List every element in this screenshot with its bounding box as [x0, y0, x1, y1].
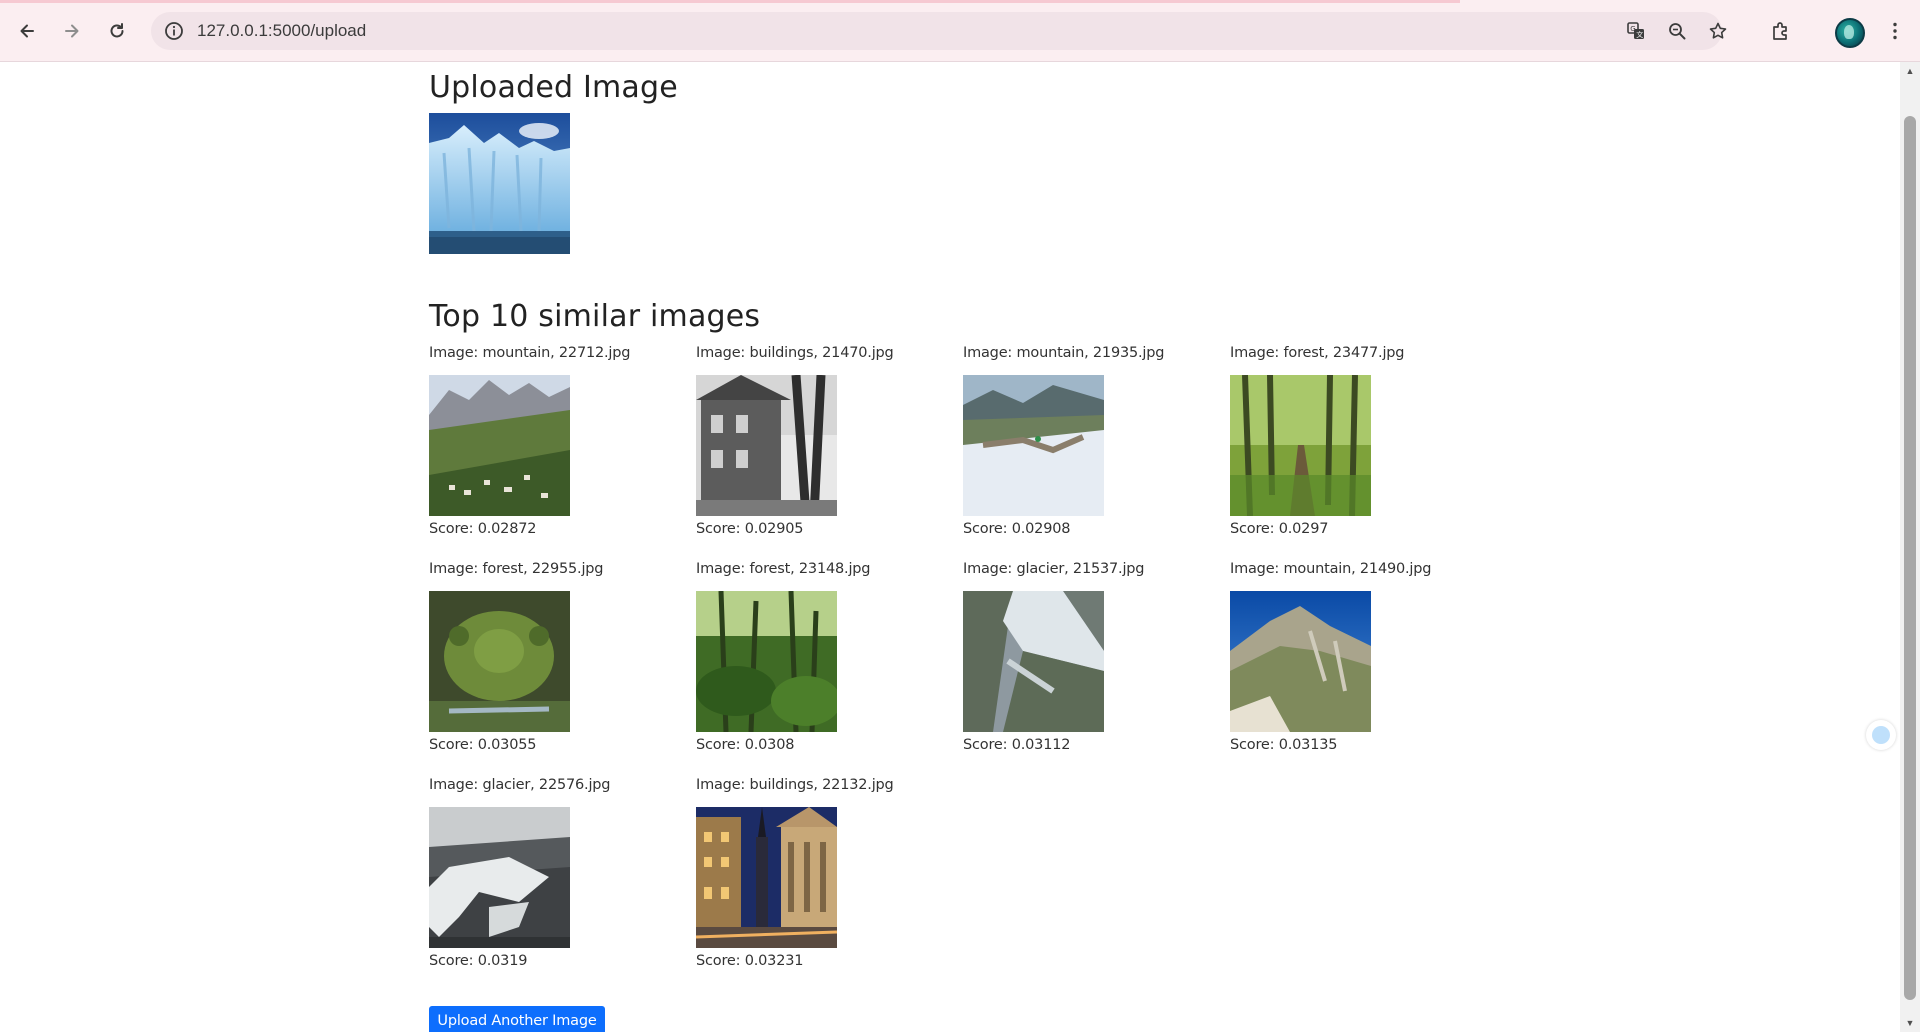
result-name: Image: forest, 23148.jpg: [696, 561, 871, 577]
uploaded-image: [429, 113, 570, 254]
chat-widget-icon[interactable]: [1866, 720, 1896, 750]
kebab-menu-icon[interactable]: [1880, 16, 1910, 46]
url-text[interactable]: 127.0.0.1:5000/upload: [197, 21, 366, 41]
result-name: Image: mountain, 21490.jpg: [1230, 561, 1432, 577]
result-score: Score: 0.0308: [696, 737, 795, 753]
result-score: Score: 0.03231: [696, 953, 804, 969]
result-name: Image: buildings, 21470.jpg: [696, 345, 894, 361]
result-score: Score: 0.02908: [963, 521, 1071, 537]
back-arrow-icon: [20, 24, 34, 38]
result-image: [1230, 591, 1371, 732]
browser-toolbar: 127.0.0.1:5000/upload G文: [0, 0, 1920, 62]
result-image: [429, 807, 570, 948]
site-info-icon[interactable]: [163, 20, 185, 42]
result-score: Score: 0.03055: [429, 737, 537, 753]
result-image: [963, 375, 1104, 516]
result-image: [429, 375, 570, 516]
translate-icon[interactable]: G文: [1625, 20, 1647, 42]
page-viewport: Uploaded Image Top 10 similar images Ima…: [0, 62, 1900, 1032]
address-bar[interactable]: 127.0.0.1:5000/upload G文: [151, 12, 1727, 50]
result-name: Image: mountain, 22712.jpg: [429, 345, 631, 361]
reload-button[interactable]: [100, 14, 134, 48]
result-score: Score: 0.02872: [429, 521, 537, 537]
uploaded-image-title: Uploaded Image: [429, 70, 678, 105]
result-name: Image: forest, 22955.jpg: [429, 561, 604, 577]
result-image: [429, 591, 570, 732]
result-image: [696, 807, 837, 948]
result-image: [696, 591, 837, 732]
loading-progress-bar: [0, 0, 1460, 3]
results-title: Top 10 similar images: [429, 299, 761, 334]
avatar[interactable]: [1835, 18, 1865, 48]
reload-icon: [110, 23, 124, 38]
result-score: Score: 0.0319: [429, 953, 528, 969]
result-name: Image: mountain, 21935.jpg: [963, 345, 1165, 361]
result-image: [1230, 375, 1371, 516]
result-score: Score: 0.03112: [963, 737, 1071, 753]
result-score: Score: 0.03135: [1230, 737, 1338, 753]
star-icon[interactable]: [1707, 20, 1729, 42]
back-button[interactable]: [10, 14, 44, 48]
scroll-thumb[interactable]: [1904, 116, 1916, 1000]
forward-arrow-icon: [65, 24, 79, 38]
result-score: Score: 0.0297: [1230, 521, 1329, 537]
zoom-icon[interactable]: [1666, 20, 1688, 42]
svg-text:G: G: [1630, 25, 1635, 33]
result-name: Image: glacier, 21537.jpg: [963, 561, 1145, 577]
svg-text:文: 文: [1636, 30, 1643, 39]
upload-another-button[interactable]: Upload Another Image: [429, 1006, 605, 1032]
puzzle-icon[interactable]: [1766, 16, 1796, 46]
result-image: [696, 375, 837, 516]
scroll-down-arrow-icon[interactable]: ▼: [1900, 1014, 1920, 1032]
result-name: Image: buildings, 22132.jpg: [696, 777, 894, 793]
result-name: Image: forest, 23477.jpg: [1230, 345, 1405, 361]
result-name: Image: glacier, 22576.jpg: [429, 777, 611, 793]
result-score: Score: 0.02905: [696, 521, 804, 537]
forward-button[interactable]: [55, 14, 89, 48]
result-image: [963, 591, 1104, 732]
scroll-up-arrow-icon[interactable]: ▲: [1900, 62, 1920, 80]
vertical-scrollbar[interactable]: ▲ ▼: [1900, 62, 1920, 1032]
